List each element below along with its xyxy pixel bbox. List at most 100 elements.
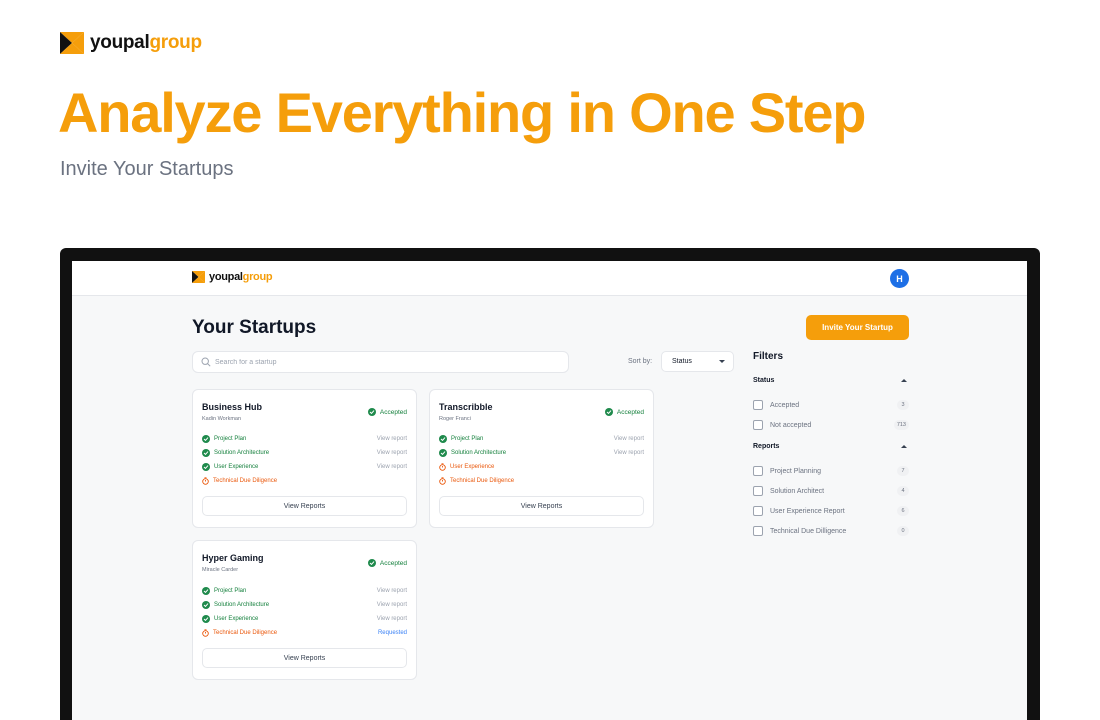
search-icon xyxy=(201,357,211,367)
startup-name: Transcribble xyxy=(439,402,493,412)
page: youpalgroup Analyze Everything in One St… xyxy=(0,0,1100,720)
checkbox[interactable] xyxy=(753,486,763,496)
filter-section-status[interactable]: Status xyxy=(753,377,909,384)
filter-option[interactable]: Solution Architect 4 xyxy=(753,485,909,497)
count-badge: 713 xyxy=(893,420,909,430)
filter-option[interactable]: Not accepted 713 xyxy=(753,419,909,431)
count-badge: 4 xyxy=(897,486,909,496)
invite-startup-button[interactable]: Invite Your Startup xyxy=(806,315,909,340)
startup-owner: Kadin Workman xyxy=(202,416,242,422)
report-row: Project Plan View report xyxy=(202,434,407,444)
logo-mark-icon xyxy=(192,271,205,283)
app-screen: youpalgroup H Your Startups Invite Your … xyxy=(72,261,1027,720)
report-row: Technical Due Diligence Requested xyxy=(202,628,407,638)
filter-option[interactable]: Accepted 3 xyxy=(753,399,909,411)
timer-icon xyxy=(202,477,209,485)
status-badge: Accepted xyxy=(367,408,407,416)
report-row: Technical Due Diligence xyxy=(202,476,407,486)
checkbox[interactable] xyxy=(753,506,763,516)
filters-title: Filters xyxy=(753,351,784,362)
search-input[interactable] xyxy=(215,358,545,366)
timer-icon xyxy=(439,477,446,485)
app-logo[interactable]: youpalgroup xyxy=(192,271,273,283)
report-row: Project Plan View report xyxy=(439,434,644,444)
timer-icon xyxy=(439,463,446,471)
page-title: Your Startups xyxy=(192,317,317,338)
count-badge: 3 xyxy=(897,400,909,410)
hero-title: Analyze Everything in One Step xyxy=(58,81,867,144)
sort-label: Sort by: xyxy=(628,358,653,365)
filters-panel: Filters Status Accepted 3 Not accepted 7… xyxy=(753,351,909,536)
view-report-link[interactable]: View report xyxy=(614,436,644,442)
view-report-link[interactable]: View report xyxy=(377,436,407,442)
report-row: Solution Architecture View report xyxy=(202,448,407,458)
view-report-link[interactable]: View report xyxy=(614,450,644,456)
view-report-link[interactable]: View report xyxy=(377,450,407,456)
view-report-link[interactable]: View report xyxy=(377,464,407,470)
report-label: Technical Due Diligence xyxy=(450,478,515,484)
status-badge: Accepted xyxy=(604,408,644,416)
checkbox[interactable] xyxy=(753,466,763,476)
count-badge: 6 xyxy=(897,506,909,516)
filter-option[interactable]: Project Planning 7 xyxy=(753,465,909,477)
report-label: User Experience xyxy=(214,616,259,622)
check-circle-icon xyxy=(367,408,376,416)
check-circle-icon xyxy=(604,408,613,416)
report-row: Project Plan View report xyxy=(202,586,407,596)
report-label: Solution Architecture xyxy=(214,450,270,456)
checkbox[interactable] xyxy=(753,526,763,536)
view-reports-button[interactable]: View Reports xyxy=(202,496,407,516)
search-box[interactable] xyxy=(192,351,569,373)
report-row: User Experience View report xyxy=(202,614,407,624)
app-header: youpalgroup H xyxy=(72,261,1027,296)
checkbox[interactable] xyxy=(753,420,763,430)
startup-card: Transcribble Roger Franci Accepted Proje… xyxy=(429,389,654,528)
view-report-link[interactable]: View report xyxy=(377,616,407,622)
startup-name: Hyper Gaming xyxy=(202,553,264,563)
check-circle-icon xyxy=(202,615,210,623)
filter-option[interactable]: Technical Due Dilligence 0 xyxy=(753,525,909,537)
view-reports-button[interactable]: View Reports xyxy=(439,496,644,516)
startup-owner: Roger Franci xyxy=(439,416,471,422)
status-badge: Accepted xyxy=(367,559,407,567)
report-label: Solution Architecture xyxy=(214,602,270,608)
count-badge: 7 xyxy=(897,466,909,476)
sort-select[interactable]: Status xyxy=(661,351,734,372)
view-reports-button[interactable]: View Reports xyxy=(202,648,407,668)
timer-icon xyxy=(202,629,209,637)
startup-card: Business Hub Kadin Workman Accepted Proj… xyxy=(192,389,417,528)
filter-option[interactable]: User Experience Report 6 xyxy=(753,505,909,517)
filter-section-reports[interactable]: Reports xyxy=(753,443,909,450)
check-circle-icon xyxy=(202,449,210,457)
report-label: Project Plan xyxy=(214,588,247,594)
view-report-link[interactable]: View report xyxy=(377,588,407,594)
report-label: Technical Due Diligence xyxy=(213,630,278,636)
startup-name: Business Hub xyxy=(202,402,263,412)
report-label: Project Plan xyxy=(214,436,247,442)
checkbox[interactable] xyxy=(753,400,763,410)
logo-wordmark: youpalgroup xyxy=(209,271,273,283)
check-circle-icon xyxy=(202,587,210,595)
count-badge: 0 xyxy=(897,526,909,536)
view-report-link[interactable]: View report xyxy=(377,602,407,608)
report-row: User Experience xyxy=(439,462,644,472)
sort-value: Status xyxy=(672,358,692,365)
hero-subtitle: Invite Your Startups xyxy=(60,158,234,180)
report-label: User Experience xyxy=(450,464,495,470)
user-avatar[interactable]: H xyxy=(890,269,909,288)
logo-mark-icon xyxy=(60,32,84,54)
check-circle-icon xyxy=(439,435,447,443)
startup-card: Hyper Gaming Miracle Carder Accepted Pro… xyxy=(192,540,417,680)
check-circle-icon xyxy=(202,601,210,609)
report-label: Project Plan xyxy=(451,436,484,442)
logo-wordmark: youpalgroup xyxy=(90,32,202,53)
chevron-up-icon xyxy=(901,445,907,448)
report-row: Solution Architecture View report xyxy=(439,448,644,458)
requested-link[interactable]: Requested xyxy=(378,630,407,636)
brand-logo: youpalgroup xyxy=(60,32,202,54)
report-row: Technical Due Diligence xyxy=(439,476,644,486)
check-circle-icon xyxy=(367,559,376,567)
report-row: Solution Architecture View report xyxy=(202,600,407,610)
report-label: User Experience xyxy=(214,464,259,470)
check-circle-icon xyxy=(202,463,210,471)
